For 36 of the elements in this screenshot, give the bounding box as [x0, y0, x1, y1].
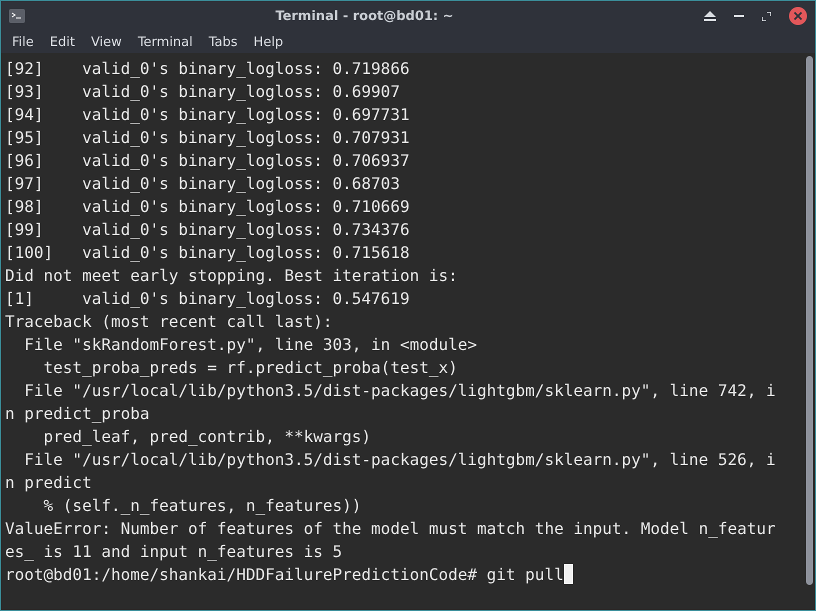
menu-item[interactable]: Terminal: [130, 34, 200, 50]
output-line: File "skRandomForest.py", line 303, in <module>: [23, 335, 478, 354]
output-line: [95] valid_0's binary_logloss: 0.707931: [5, 128, 410, 147]
menu-item[interactable]: File: [5, 34, 41, 50]
output-line: [94] valid_0's binary_logloss: 0.697731: [5, 105, 410, 124]
output-line: ValueError: Number of features of the model must match the input. Model n_featur: [5, 519, 776, 538]
output-line: n predict: [5, 473, 92, 492]
close-icon[interactable]: [789, 7, 807, 25]
output-line: [1] valid_0's binary_logloss: 0.547619: [5, 289, 410, 308]
menu-item[interactable]: Tabs: [202, 34, 245, 50]
output-line: Did not meet early stopping. Best iteration is:: [5, 266, 458, 285]
output-line: [96] valid_0's binary_logloss: 0.706937: [5, 151, 410, 170]
eject-icon[interactable]: [704, 11, 716, 21]
output-line: [99] valid_0's binary_logloss: 0.734376: [5, 220, 410, 239]
menu-item[interactable]: Help: [246, 34, 290, 50]
menu-item[interactable]: Edit: [42, 34, 82, 50]
output-line: [92] valid_0's binary_logloss: 0.719866: [5, 59, 410, 78]
output-line: es_ is 11 and input n_features is 5: [5, 542, 342, 561]
output-line: [100] valid_0's binary_logloss: 0.715618: [5, 243, 410, 262]
menu-item[interactable]: View: [84, 34, 129, 50]
window-title: Terminal - root@bd01: ~: [274, 8, 455, 24]
output-line: [93] valid_0's binary_logloss: 0.69907: [5, 82, 400, 101]
minimize-icon[interactable]: [734, 14, 744, 18]
maximize-icon[interactable]: [762, 12, 771, 20]
output-line: [97] valid_0's binary_logloss: 0.68703: [5, 174, 400, 193]
output-line: [98] valid_0's binary_logloss: 0.710669: [5, 197, 410, 216]
command-prompt: root@bd01:/home/shankai/HDDFailurePredictionCode# git pull: [5, 565, 564, 584]
scrollbar-thumb[interactable]: [806, 56, 813, 585]
output-line: % (self._n_features, n_features)): [42, 496, 362, 515]
output-line: File "/usr/local/lib/python3.5/dist-packages/lightgbm/sklearn.py", line 526, i: [23, 450, 776, 469]
output-line: n predict_proba: [5, 404, 150, 423]
output-line: Traceback (most recent call last):: [5, 312, 333, 331]
output-line: pred_leaf, pred_contrib, **kwargs): [42, 427, 372, 446]
output-line: File "/usr/local/lib/python3.5/dist-packages/lightgbm/sklearn.py", line 742, i: [23, 381, 776, 400]
output-line: test_proba_preds = rf.predict_proba(test_x): [42, 358, 458, 377]
terminal-icon: [9, 9, 25, 23]
